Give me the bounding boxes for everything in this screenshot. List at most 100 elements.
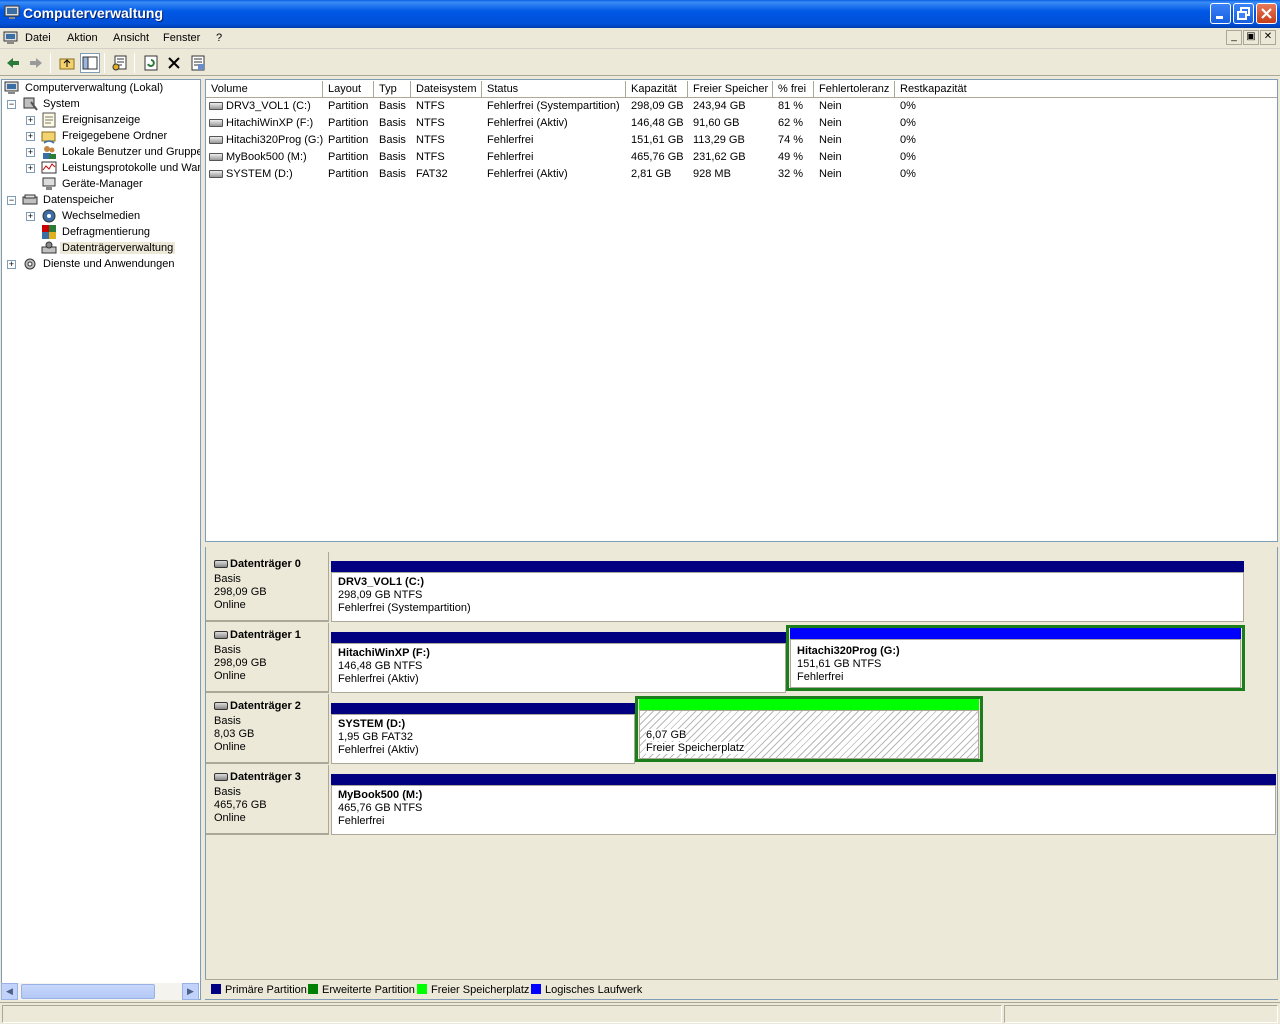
tree-item-lokale-benutzer[interactable]: Lokale Benutzer und Gruppen <box>41 144 200 160</box>
close-button[interactable] <box>1256 3 1277 24</box>
tree-item-datentraegerverwaltung[interactable]: Datenträgerverwaltung <box>41 240 176 256</box>
tree-label: Wechselmedien <box>62 210 141 222</box>
partition-d[interactable]: SYSTEM (D:) 1,95 GB FAT32 Fehlerfrei (Ak… <box>330 701 636 764</box>
volume-name: SYSTEM (D:) <box>226 168 293 180</box>
legend-swatch <box>531 984 541 994</box>
mdi-restore-button[interactable]: ▣ <box>1243 30 1259 45</box>
scroll-right-button[interactable]: ▶ <box>182 983 199 1000</box>
restkapazitaet-cell: 0% <box>900 151 916 163</box>
table-row[interactable]: DRV3_VOL1 (C:) Partition Basis NTFS Fehl… <box>207 98 1277 115</box>
column-header-restkapazitaet[interactable]: Restkapazität <box>895 81 1277 98</box>
scroll-thumb[interactable] <box>21 984 155 999</box>
tree-horizontal-scrollbar[interactable]: ◀ ▶ <box>1 983 199 1000</box>
status-pane <box>1004 1005 1278 1023</box>
collapse-datenspeicher-toggle[interactable]: − <box>7 196 16 205</box>
tree-item-ereignisanzeige[interactable]: Ereignisanzeige <box>41 112 142 128</box>
fehlertoleranz-cell: Nein <box>819 117 842 129</box>
menu-ansicht[interactable]: Ansicht <box>113 32 149 44</box>
menu-help[interactable]: ? <box>216 32 222 44</box>
menu-fenster[interactable]: Fenster <box>163 32 200 44</box>
disk-type: Basis <box>214 715 241 727</box>
export-list-button[interactable] <box>188 53 208 73</box>
refresh-button[interactable] <box>141 53 161 73</box>
expand-toggle[interactable]: + <box>26 148 35 157</box>
table-row[interactable]: HitachiWinXP (F:) Partition Basis NTFS F… <box>207 115 1277 132</box>
tree-item-root[interactable]: Computerverwaltung (Lokal) <box>4 80 165 96</box>
show-hide-tree-button[interactable] <box>80 53 100 73</box>
partition-m[interactable]: MyBook500 (M:) 465,76 GB NTFS Fehlerfrei <box>330 772 1277 835</box>
delete-button[interactable] <box>164 53 184 73</box>
tree-item-wechselmedien[interactable]: Wechselmedien <box>41 208 142 224</box>
disk-state: Online <box>214 670 246 682</box>
tree-item-dienste[interactable]: Dienste und Anwendungen <box>22 256 177 272</box>
mdi-close-button[interactable]: ✕ <box>1260 30 1276 45</box>
disk-label[interactable]: Datenträger 1 Basis 298,09 GB Online <box>206 623 329 693</box>
freier-speicher-cell: 928 MB <box>693 168 731 180</box>
dateisystem-cell: NTFS <box>416 134 445 146</box>
free-space-region[interactable]: 6,07 GB Freier Speicherplatz <box>635 696 983 762</box>
forward-button[interactable] <box>26 53 46 73</box>
disk-state: Online <box>214 741 246 753</box>
restore-icon <box>1237 7 1250 20</box>
column-header-layout[interactable]: Layout <box>323 81 374 98</box>
volume-list: Volume Layout Typ Dateisystem Status Kap… <box>205 79 1278 542</box>
volume-name: MyBook500 (M:) <box>226 151 307 163</box>
expand-toggle[interactable]: + <box>26 116 35 125</box>
back-button[interactable] <box>3 53 23 73</box>
expand-toggle[interactable]: + <box>26 164 35 173</box>
collapse-system-toggle[interactable]: − <box>7 100 16 109</box>
expand-toggle[interactable]: + <box>7 260 16 269</box>
scroll-left-button[interactable]: ◀ <box>1 983 18 1000</box>
freier-speicher-cell: 91,60 GB <box>693 117 740 129</box>
tree-item-defragmentierung[interactable]: Defragmentierung <box>41 224 152 240</box>
disk-label[interactable]: Datenträger 0 Basis 298,09 GB Online <box>206 552 329 622</box>
volume-name: HitachiWinXP (F:) <box>226 117 314 129</box>
column-header-status[interactable]: Status <box>482 81 626 98</box>
partition-c[interactable]: DRV3_VOL1 (C:) 298,09 GB NTFS Fehlerfrei… <box>330 559 1245 622</box>
minimize-button[interactable] <box>1210 3 1231 24</box>
tree-item-geraete-manager[interactable]: Geräte-Manager <box>41 176 145 192</box>
column-header-prozent-frei[interactable]: % frei <box>773 81 814 98</box>
column-header-freier-speicher[interactable]: Freier Speicher <box>688 81 773 98</box>
column-header-kapazitaet[interactable]: Kapazität <box>626 81 688 98</box>
logical-drive-bar <box>790 628 1241 639</box>
menu-aktion[interactable]: Aktion <box>67 32 98 44</box>
close-icon <box>1261 8 1272 19</box>
table-row[interactable]: SYSTEM (D:) Partition Basis FAT32 Fehler… <box>207 166 1277 183</box>
table-row[interactable]: Hitachi320Prog (G:) Partition Basis NTFS… <box>207 132 1277 149</box>
properties-button[interactable] <box>110 53 130 73</box>
back-arrow-icon <box>7 58 19 68</box>
tree-item-system[interactable]: System <box>22 96 82 112</box>
mdi-minimize-button[interactable]: _ <box>1226 30 1242 45</box>
volume-name: Hitachi320Prog (G:) <box>226 134 324 146</box>
disk-row: Datenträger 1 Basis 298,09 GB Online Hit… <box>206 623 1279 694</box>
menu-datei[interactable]: Datei <box>25 32 51 44</box>
tree-item-freigegebene-ordner[interactable]: Freigegebene Ordner <box>41 128 169 144</box>
tree-item-leistungsprotokolle[interactable]: Leistungsprotokolle und Warnungen <box>41 160 200 176</box>
disk-label[interactable]: Datenträger 3 Basis 465,76 GB Online <box>206 765 329 835</box>
partition-g[interactable]: Hitachi320Prog (G:) 151,61 GB NTFS Fehle… <box>786 625 1245 691</box>
disk-label[interactable]: Datenträger 2 Basis 8,03 GB Online <box>206 694 329 764</box>
partition-f[interactable]: HitachiWinXP (F:) 146,48 GB NTFS Fehlerf… <box>330 630 787 693</box>
kapazitaet-cell: 151,61 GB <box>631 134 684 146</box>
column-header-dateisystem[interactable]: Dateisystem <box>411 81 482 98</box>
column-header-volume[interactable]: Volume <box>206 81 323 98</box>
up-button[interactable] <box>57 53 77 73</box>
primary-partition-bar <box>331 703 635 714</box>
restkapazitaet-cell: 0% <box>900 117 916 129</box>
defrag-icon <box>42 225 56 239</box>
table-row[interactable]: MyBook500 (M:) Partition Basis NTFS Fehl… <box>207 149 1277 166</box>
expand-toggle[interactable]: + <box>26 132 35 141</box>
partition-status: Fehlerfrei <box>338 815 385 827</box>
column-header-fehlertoleranz[interactable]: Fehlertoleranz <box>814 81 895 98</box>
tree-item-datenspeicher[interactable]: Datenspeicher <box>22 192 116 208</box>
typ-cell: Basis <box>379 134 406 146</box>
column-header-typ[interactable]: Typ <box>374 81 411 98</box>
partition-box: Hitachi320Prog (G:) 151,61 GB NTFS Fehle… <box>790 639 1241 688</box>
maximize-button[interactable] <box>1233 3 1254 24</box>
partition-name: HitachiWinXP (F:) <box>338 647 430 659</box>
expand-toggle[interactable]: + <box>26 212 35 221</box>
legend-free: Freier Speicherplatz <box>417 983 529 997</box>
toolbar <box>0 50 1280 76</box>
document-menu-icon[interactable] <box>3 31 19 46</box>
